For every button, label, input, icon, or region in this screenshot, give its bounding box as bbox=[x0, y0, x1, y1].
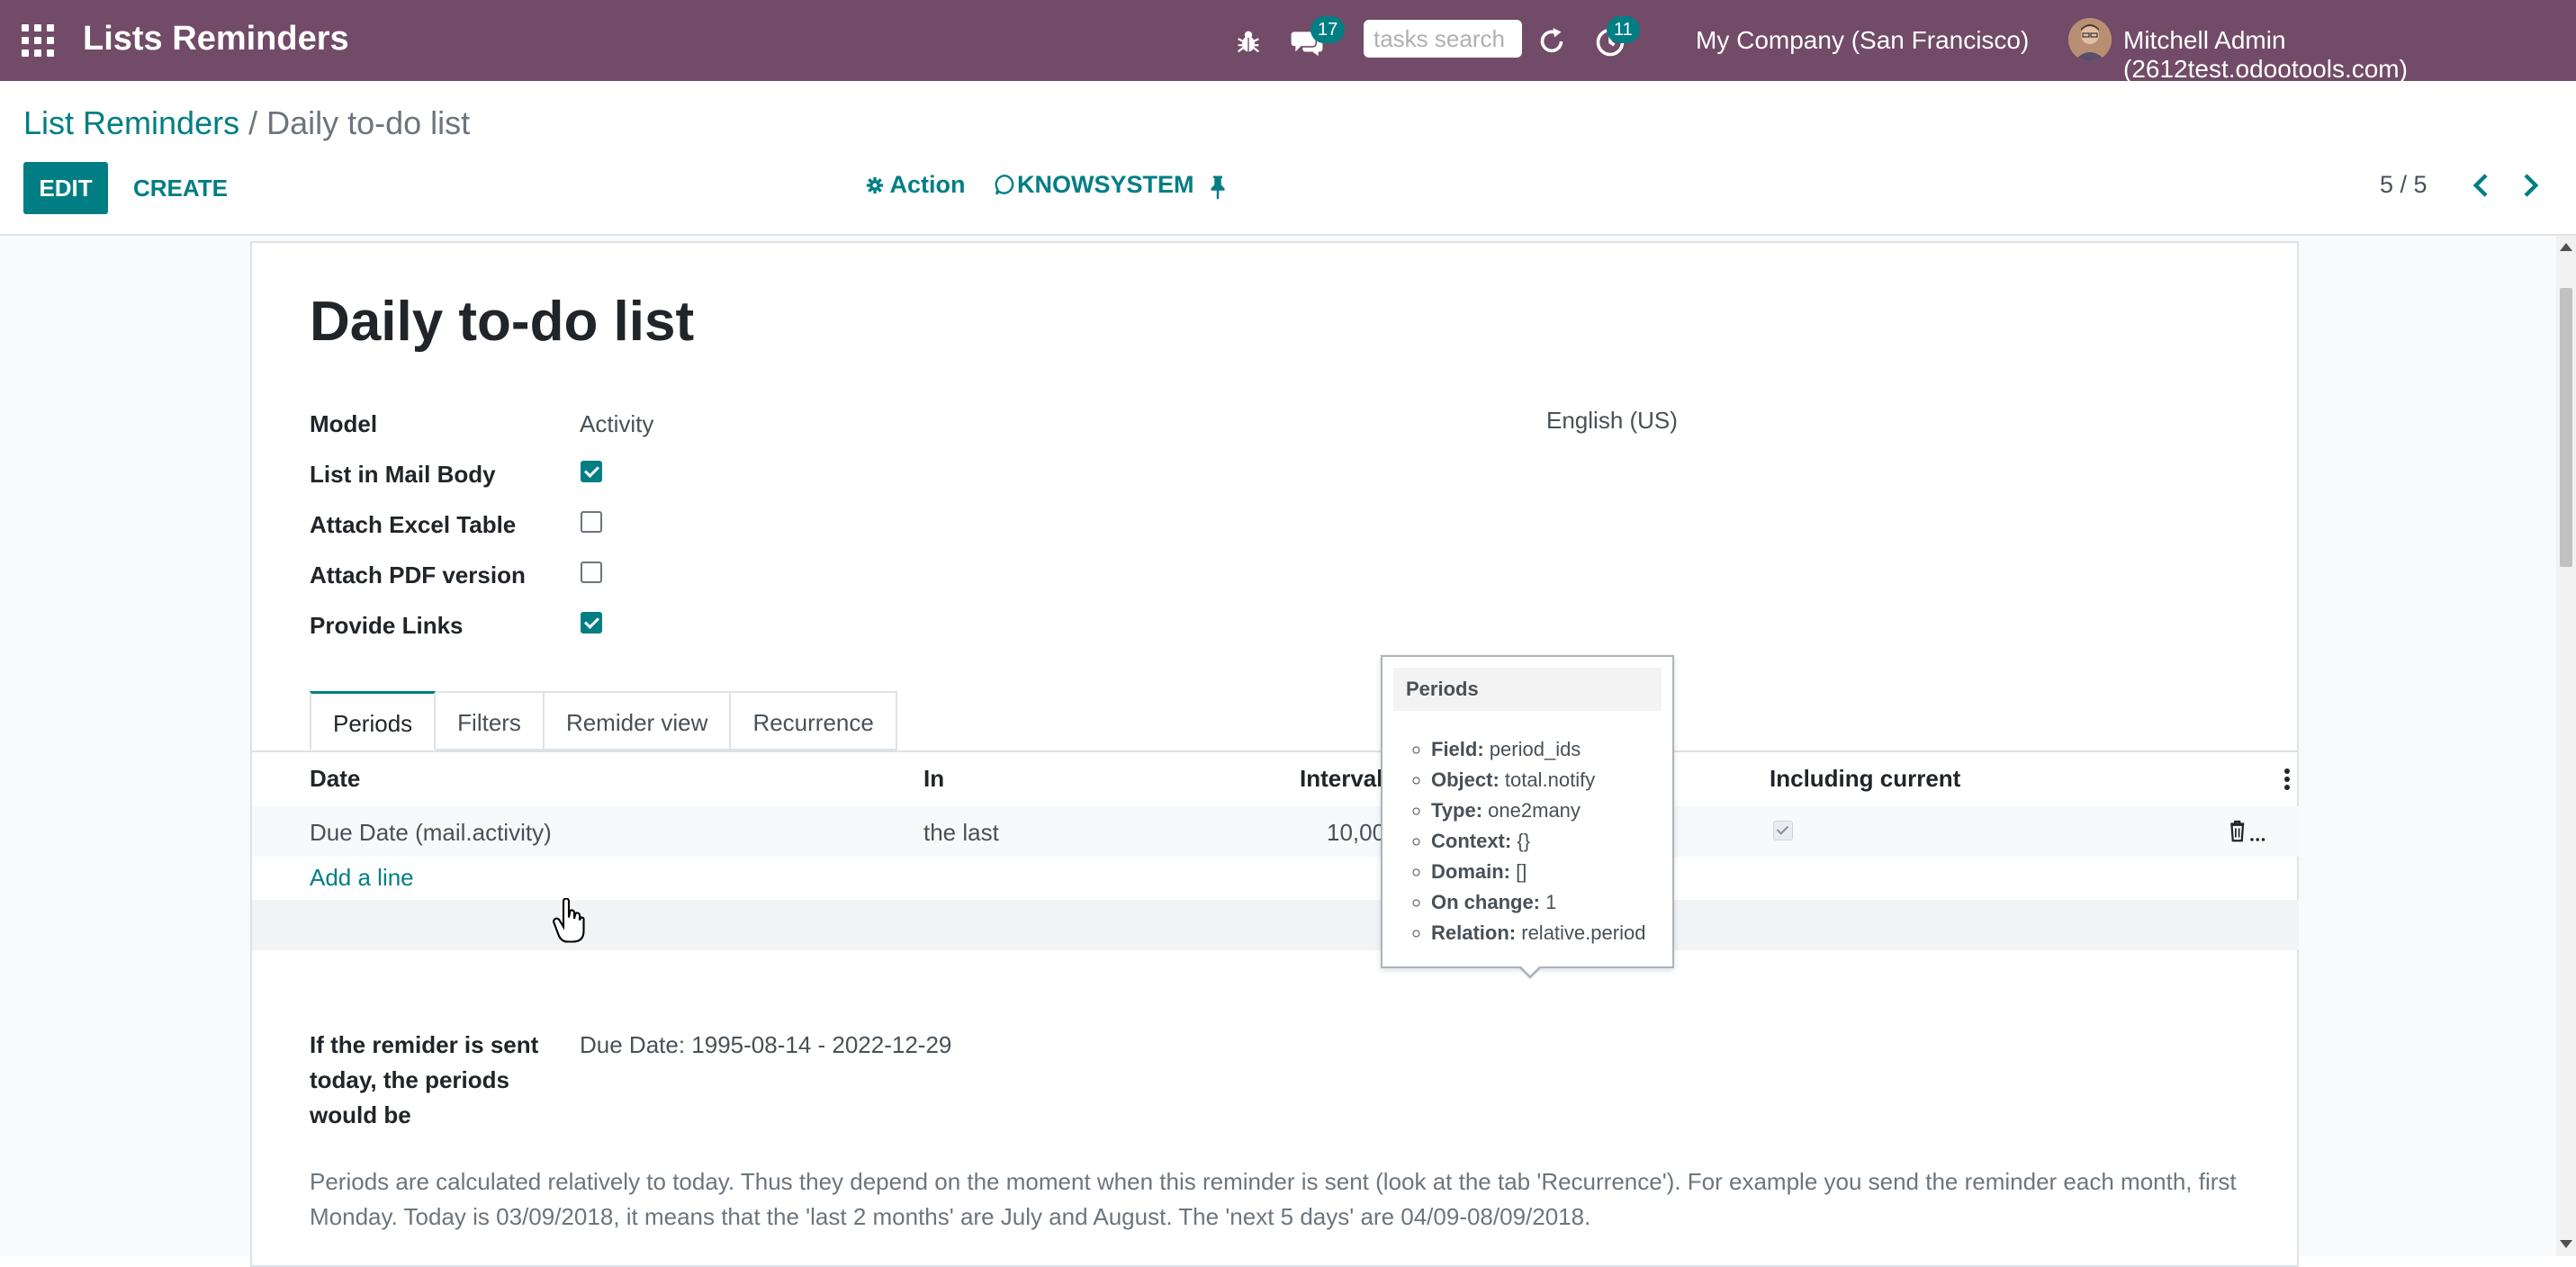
language-value: English (US) bbox=[1546, 407, 1678, 434]
form-sheet: Daily to-do list Model Activity List in … bbox=[250, 241, 2299, 1267]
hand-cursor-icon bbox=[553, 898, 585, 943]
avatar-image bbox=[2068, 18, 2112, 61]
record-title: Daily to-do list bbox=[310, 291, 695, 353]
list-in-mail-body-label: List in Mail Body bbox=[310, 461, 496, 488]
action-menu-label: Action bbox=[889, 171, 966, 198]
tooltip-item: On change: 1 bbox=[1431, 887, 1645, 918]
periods-help-text: Periods are calculated relatively to tod… bbox=[310, 1168, 2237, 1230]
breadcrumb-separator: / bbox=[239, 104, 267, 141]
model-label: Model bbox=[310, 410, 378, 437]
create-button[interactable]: CREATE bbox=[122, 162, 239, 214]
tooltip-item: Type: one2many bbox=[1431, 795, 1645, 826]
scroll-down-arrow-icon[interactable] bbox=[2560, 1240, 2572, 1248]
breadcrumb-current: Daily to-do list bbox=[266, 104, 471, 141]
attach-excel-label: Attach Excel Table bbox=[310, 511, 517, 538]
column-header-including-current[interactable]: Including current bbox=[1770, 765, 1960, 793]
attach-pdf-checkbox[interactable] bbox=[581, 562, 602, 583]
breadcrumb-parent-link[interactable]: List Reminders bbox=[23, 104, 239, 141]
periods-preview-label: If the remider is sent today, the period… bbox=[310, 1031, 539, 1128]
user-avatar[interactable] bbox=[2068, 18, 2112, 61]
row-in[interactable]: the last bbox=[923, 819, 999, 847]
gear-icon bbox=[866, 176, 884, 194]
add-a-line-link[interactable]: Add a line bbox=[310, 864, 414, 892]
bug-icon[interactable] bbox=[1233, 23, 1264, 59]
provide-links-label: Provide Links bbox=[310, 612, 464, 639]
field-tooltip: Periods Field: period_ids Object: total.… bbox=[1381, 655, 1674, 979]
table-row[interactable]: Due Date (mail.activity) the last 10,000… bbox=[252, 806, 2299, 857]
knowsystem-label: KNOWSYSTEM bbox=[1017, 171, 1194, 198]
column-header-date[interactable]: Date bbox=[310, 765, 360, 793]
knowsystem-button[interactable]: KNOWSYSTEM bbox=[994, 171, 1194, 199]
pin-icon[interactable] bbox=[1204, 171, 1231, 203]
scroll-up-arrow-icon[interactable] bbox=[2560, 243, 2572, 251]
tooltip-item: Context: {} bbox=[1431, 826, 1645, 857]
control-panel: List Reminders / Daily to-do list EDIT C… bbox=[0, 81, 2576, 236]
action-menu-button[interactable]: Action bbox=[866, 171, 966, 199]
top-navbar: Lists Reminders 17 11 My Company (San Fr… bbox=[0, 0, 2576, 84]
attach-pdf-label: Attach PDF version bbox=[310, 562, 526, 589]
tooltip-item: Object: total.notify bbox=[1431, 765, 1645, 795]
tab-filters[interactable]: Filters bbox=[436, 691, 545, 750]
periods-preview-value: Due Date: 1995-08-14 - 2022-12-29 bbox=[580, 1031, 952, 1058]
user-menu[interactable]: Mitchell Admin (2612test.odootools.com) bbox=[2123, 26, 2576, 84]
edit-button[interactable]: EDIT bbox=[23, 162, 108, 214]
chevron-left-icon[interactable] bbox=[2468, 169, 2495, 202]
tab-remider-view[interactable]: Remider view bbox=[544, 691, 732, 750]
tooltip-item: Domain: [] bbox=[1431, 857, 1645, 887]
column-header-in[interactable]: In bbox=[923, 765, 944, 793]
tooltip-details: Field: period_ids Object: total.notify T… bbox=[1410, 734, 1645, 948]
messages-count-badge: 17 bbox=[1311, 16, 1346, 43]
provide-links-checkbox[interactable] bbox=[581, 612, 602, 634]
tooltip-item: Field: period_ids bbox=[1431, 734, 1645, 765]
trash-icon[interactable] bbox=[2225, 817, 2270, 844]
row-including-current-checkbox[interactable] bbox=[1773, 821, 1793, 840]
tooltip-arrow bbox=[1518, 965, 1543, 979]
notebook-tabs: Periods Filters Remider view Recurrence bbox=[310, 691, 897, 752]
page-scrollbar[interactable] bbox=[2556, 236, 2576, 1256]
apps-menu-icon[interactable] bbox=[22, 24, 54, 57]
refresh-icon[interactable] bbox=[1536, 23, 1568, 59]
attach-excel-checkbox[interactable] bbox=[581, 511, 602, 533]
model-value: Activity bbox=[580, 410, 654, 437]
periods-table-header: Date In Interval Interval Type Including… bbox=[252, 752, 2299, 808]
form-view: Daily to-do list Model Activity List in … bbox=[0, 236, 2556, 1267]
tooltip-title: Periods bbox=[1393, 668, 1662, 711]
column-header-interval[interactable]: Interval bbox=[1300, 765, 1383, 793]
tooltip-item: Relation: relative.period bbox=[1431, 918, 1645, 948]
activities-count-badge: 11 bbox=[1607, 16, 1640, 43]
optional-columns-icon[interactable] bbox=[2284, 768, 2290, 794]
tab-periods[interactable]: Periods bbox=[310, 691, 437, 750]
company-switcher[interactable]: My Company (San Francisco) bbox=[1696, 26, 2029, 55]
tasks-search-input[interactable] bbox=[1364, 20, 1522, 58]
tab-recurrence[interactable]: Recurrence bbox=[731, 691, 897, 750]
list-in-mail-body-checkbox[interactable] bbox=[581, 461, 602, 482]
scrollbar-thumb[interactable] bbox=[2560, 288, 2572, 567]
pager-value[interactable]: 5 / 5 bbox=[2380, 171, 2427, 199]
chevron-right-icon[interactable] bbox=[2517, 169, 2544, 202]
row-date[interactable]: Due Date (mail.activity) bbox=[310, 819, 552, 847]
breadcrumb: List Reminders / Daily to-do list bbox=[23, 104, 470, 142]
app-title[interactable]: Lists Reminders bbox=[83, 20, 349, 58]
knowsystem-icon bbox=[995, 175, 1014, 195]
